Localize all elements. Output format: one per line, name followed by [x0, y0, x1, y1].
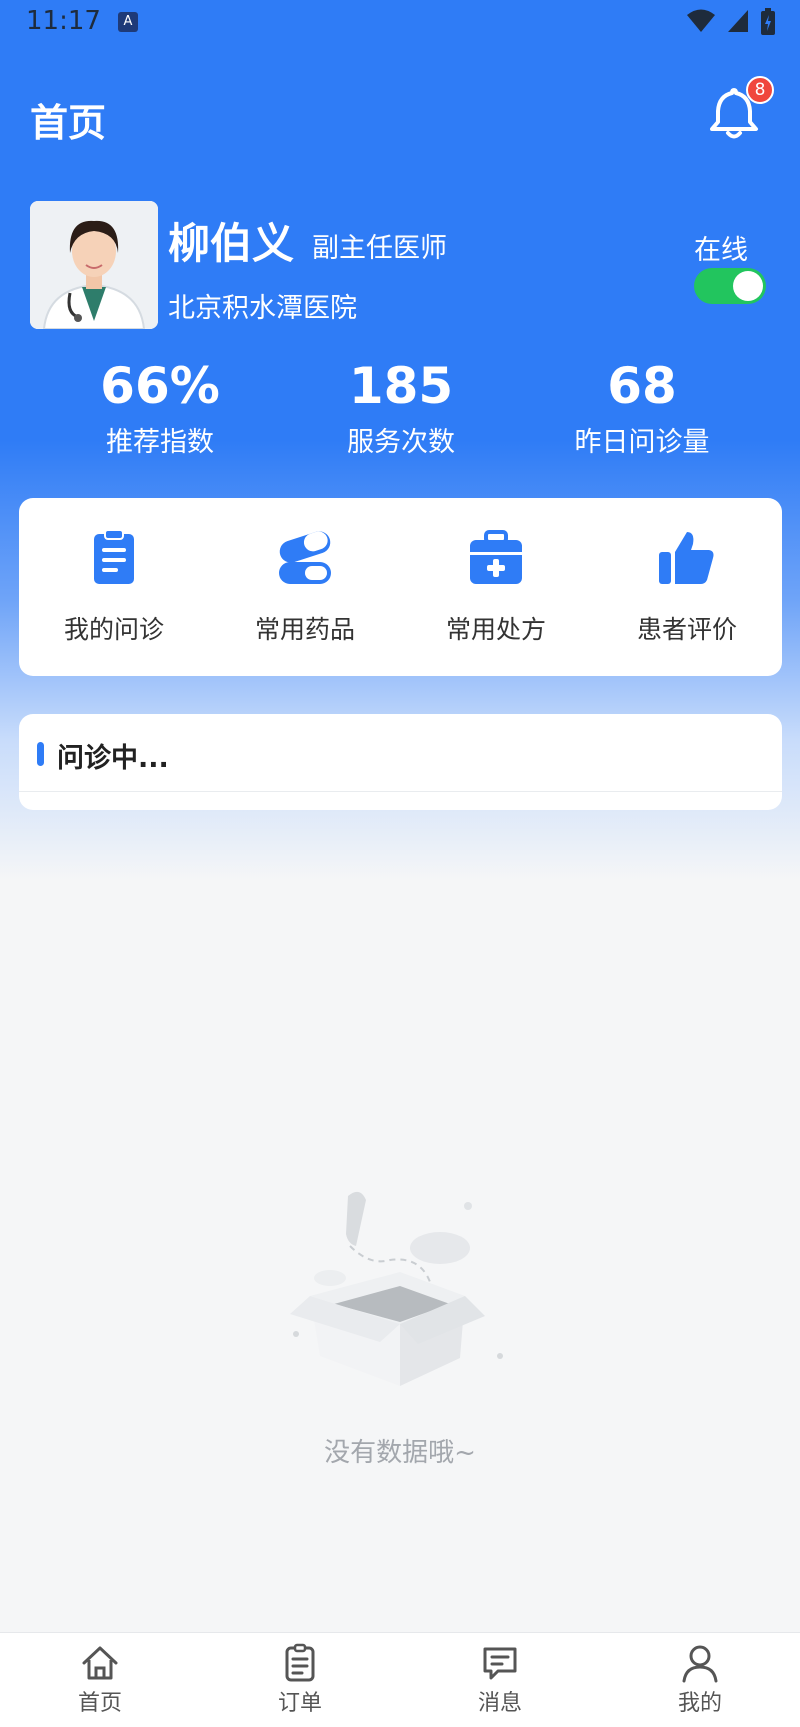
online-status-label: 在线 — [694, 235, 748, 266]
tab-orders[interactable]: 订单 — [200, 1643, 400, 1717]
menu-patient-reviews[interactable]: 患者评价 — [592, 528, 782, 646]
status-icons — [686, 8, 776, 36]
menu-common-medicines[interactable]: 常用药品 — [210, 528, 400, 646]
tab-label: 首页 — [77, 1691, 122, 1716]
section-accent-bar — [37, 742, 44, 766]
hospital-name: 北京积水潭医院 — [168, 293, 357, 324]
cellular-icon — [728, 10, 748, 32]
medical-kit-icon — [470, 530, 522, 584]
consulting-card[interactable]: 问诊中... — [19, 714, 782, 810]
menu-label: 患者评价 — [636, 615, 737, 644]
stat-service-count: 185 服务次数 — [281, 356, 521, 459]
home-icon — [82, 1646, 118, 1680]
app-notification-icon: A — [118, 12, 138, 32]
divider — [19, 791, 782, 792]
menu-label: 常用处方 — [445, 615, 546, 644]
tab-label: 订单 — [277, 1691, 322, 1716]
menu-common-prescriptions[interactable]: 常用处方 — [401, 528, 591, 646]
tab-label: 我的 — [677, 1691, 722, 1716]
pill-icon — [279, 531, 331, 584]
stat-value: 68 — [607, 357, 677, 415]
tab-mine[interactable]: 我的 — [600, 1643, 800, 1717]
tab-label: 消息 — [477, 1691, 522, 1716]
toggle-knob — [733, 271, 763, 301]
online-toggle[interactable] — [694, 268, 766, 304]
doctor-avatar-image — [30, 201, 158, 329]
stat-value: 66% — [100, 357, 220, 415]
doctor-title: 副主任医师 — [312, 233, 447, 264]
bottom-tab-bar: 首页 订单 消息 我的 — [0, 1632, 800, 1727]
stat-label: 昨日问诊量 — [574, 427, 710, 458]
consulting-title: 问诊中... — [57, 743, 169, 774]
wifi-icon — [687, 9, 715, 32]
notification-badge: 8 — [746, 76, 774, 104]
thumbs-up-icon — [659, 532, 714, 584]
stats-row: 66% 推荐指数 185 服务次数 68 昨日问诊量 — [0, 356, 800, 459]
menu-label: 常用药品 — [254, 615, 355, 644]
menu-label: 我的问诊 — [63, 615, 164, 644]
quick-menu-card: 我的问诊 常用药品 常用处方 患者评价 — [19, 498, 782, 676]
order-list-icon — [285, 1643, 315, 1682]
empty-box-illustration — [290, 1191, 503, 1386]
stat-value: 185 — [348, 357, 454, 415]
doctor-name: 柳伯义 — [168, 219, 295, 268]
status-bar: 11:17 A — [0, 0, 800, 44]
message-icon — [483, 1647, 517, 1680]
status-time: 11:17 — [26, 6, 101, 36]
stat-label: 服务次数 — [347, 427, 455, 458]
avatar[interactable] — [30, 201, 158, 329]
menu-my-consultations[interactable]: 我的问诊 — [19, 528, 209, 646]
empty-state-text: 没有数据哦~ — [324, 1438, 476, 1468]
user-icon — [682, 1645, 718, 1683]
battery-icon — [761, 8, 775, 35]
stat-label: 推荐指数 — [106, 427, 214, 458]
stat-recommend-index: 66% 推荐指数 — [40, 356, 280, 459]
tab-messages[interactable]: 消息 — [400, 1643, 600, 1717]
stat-yesterday-consults: 68 昨日问诊量 — [522, 356, 762, 459]
page-title: 首页 — [30, 101, 107, 145]
clipboard-icon — [94, 529, 134, 584]
tab-home[interactable]: 首页 — [0, 1643, 200, 1717]
